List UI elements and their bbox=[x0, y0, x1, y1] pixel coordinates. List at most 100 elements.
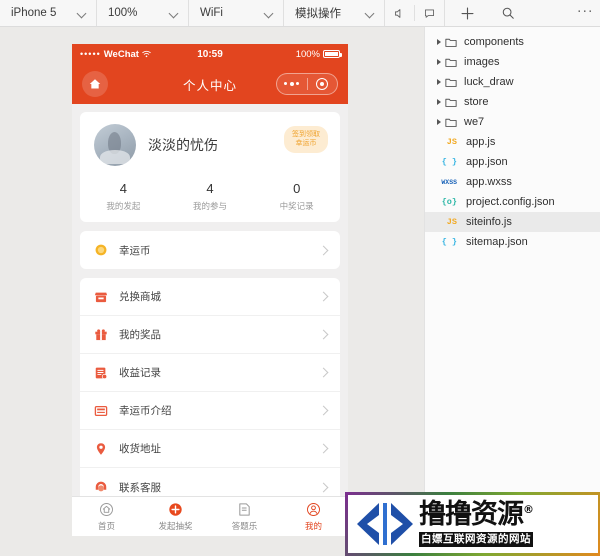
zoom-select[interactable]: 100% bbox=[97, 0, 189, 26]
tree-item-label: app.js bbox=[466, 136, 496, 148]
avatar[interactable] bbox=[94, 124, 136, 166]
simulator-toolbar: iPhone 5 100% WiFi 模拟操作 ··· bbox=[0, 0, 600, 27]
triangle-right-icon[interactable] bbox=[433, 119, 444, 125]
add-button[interactable] bbox=[445, 0, 489, 26]
config-icon: {o} bbox=[441, 197, 457, 207]
phone-content: 淡淡的忧伤 签到领取 幸运币 4 我的发起 4 我的参与 0 中奖记录 幸运币 … bbox=[72, 104, 348, 496]
plus-icon bbox=[461, 7, 473, 19]
search-button[interactable] bbox=[489, 0, 527, 26]
triangle-right-icon[interactable] bbox=[433, 79, 444, 85]
mute-button[interactable] bbox=[385, 0, 414, 26]
stat-label: 我的发起 bbox=[106, 201, 141, 212]
target-circle-icon bbox=[316, 78, 329, 90]
headset-service-icon bbox=[93, 480, 108, 495]
diamond-arrows-logo bbox=[353, 501, 415, 547]
menu-item-shipping-address[interactable]: 收货地址 bbox=[80, 430, 340, 469]
search-icon bbox=[502, 7, 514, 19]
tree-folder-store[interactable]: store bbox=[425, 92, 600, 112]
phone-tab-bar: 首页 发起抽奖 答题乐 我的 bbox=[72, 496, 348, 536]
menu-item-label: 收益记录 bbox=[119, 367, 161, 380]
registered-mark: ® bbox=[523, 503, 534, 516]
plus-circle-icon bbox=[141, 501, 210, 518]
menu-item-coin-intro[interactable]: 幸运币介绍 bbox=[80, 392, 340, 431]
chevron-down-icon bbox=[366, 9, 375, 18]
triangle-right-icon[interactable] bbox=[433, 59, 444, 65]
chevron-right-icon bbox=[320, 247, 327, 254]
triangle-right-icon[interactable] bbox=[433, 39, 444, 45]
tab-create-lottery[interactable]: 发起抽奖 bbox=[141, 501, 210, 532]
sign-in-badge-line1: 签到领取 bbox=[292, 131, 320, 138]
chevron-right-icon bbox=[320, 293, 327, 300]
wechat-capsule bbox=[276, 73, 338, 95]
watermark-tagline: 白嫖互联网资源的网站 bbox=[419, 532, 533, 547]
tab-home[interactable]: 首页 bbox=[72, 501, 141, 532]
capsule-close-button[interactable] bbox=[308, 78, 338, 90]
folder-icon bbox=[444, 77, 458, 88]
sign-in-badge[interactable]: 签到领取 幸运币 bbox=[284, 126, 328, 153]
tree-folder-we7[interactable]: we7 bbox=[425, 112, 600, 132]
tree-folder-luck-draw[interactable]: luck_draw bbox=[425, 72, 600, 92]
tree-item-label: components bbox=[464, 36, 524, 48]
watermark-text: 撸撸资源® 白嫖互联网资源的网站 bbox=[419, 501, 534, 547]
menu-group-main: 兑换商城 我的奖品 收益记录 幸运币介绍 收货地址 联系客服 bbox=[80, 278, 340, 496]
app-root: iPhone 5 100% WiFi 模拟操作 ··· ••••• WeChat… bbox=[0, 0, 600, 556]
menu-item-label: 我的奖品 bbox=[119, 329, 161, 342]
chevron-down-icon bbox=[170, 9, 179, 18]
tree-file-siteinfo-js[interactable]: JS siteinfo.js bbox=[425, 212, 600, 232]
record-list-icon bbox=[93, 365, 108, 380]
chevron-down-icon bbox=[265, 9, 274, 18]
folder-icon bbox=[444, 117, 458, 128]
network-select[interactable]: WiFi bbox=[189, 0, 284, 26]
tree-file-project-config-json[interactable]: {o} project.config.json bbox=[425, 192, 600, 212]
stat-value: 4 bbox=[119, 181, 127, 196]
more-options-button[interactable]: ··· bbox=[570, 0, 600, 26]
stat-value: 4 bbox=[206, 181, 214, 196]
phone-nav-bar: 个人中心 bbox=[72, 64, 348, 104]
chevron-right-icon bbox=[320, 369, 327, 376]
tree-folder-images[interactable]: images bbox=[425, 52, 600, 72]
simulate-action-select[interactable]: 模拟操作 bbox=[284, 0, 385, 26]
tree-folder-components[interactable]: components bbox=[425, 32, 600, 52]
device-select[interactable]: iPhone 5 bbox=[0, 0, 97, 26]
tab-profile[interactable]: 我的 bbox=[279, 501, 348, 532]
menu-item-label: 联系客服 bbox=[119, 481, 161, 494]
tree-file-sitemap-json[interactable]: { } sitemap.json bbox=[425, 232, 600, 252]
feedback-button[interactable] bbox=[415, 0, 444, 26]
stat-label: 我的参与 bbox=[193, 201, 228, 212]
folder-icon bbox=[444, 97, 458, 108]
sign-in-badge-line2: 幸运币 bbox=[295, 140, 317, 148]
menu-item-earnings-record[interactable]: 收益记录 bbox=[80, 354, 340, 393]
chat-bubble-icon bbox=[424, 8, 435, 18]
menu-item-exchange-mall[interactable]: 兑换商城 bbox=[80, 278, 340, 317]
triangle-right-icon[interactable] bbox=[433, 99, 444, 105]
user-stats: 4 我的发起 4 我的参与 0 中奖记录 bbox=[80, 180, 340, 212]
speaker-mute-icon bbox=[394, 8, 401, 18]
file-explorer: components images luck_draw store we7 JS… bbox=[424, 27, 600, 556]
simulator-pane: ••••• WeChat 10:59 100% 个人中心 淡淡的忧伤 签到领取 … bbox=[0, 27, 424, 556]
tab-quiz[interactable]: 答题乐 bbox=[210, 501, 279, 532]
tab-label: 我的 bbox=[304, 521, 322, 531]
tree-file-app-js[interactable]: JS app.js bbox=[425, 132, 600, 152]
tree-file-app-wxss[interactable]: WXSS app.wxss bbox=[425, 172, 600, 192]
stat-my-launches[interactable]: 4 我的发起 bbox=[80, 180, 167, 212]
document-icon bbox=[210, 501, 279, 518]
home-outline-icon bbox=[72, 501, 141, 518]
network-select-value: WiFi bbox=[200, 7, 223, 19]
stat-my-participation[interactable]: 4 我的参与 bbox=[167, 180, 254, 212]
js-icon: JS bbox=[446, 137, 457, 147]
wxss-icon: WXSS bbox=[441, 178, 457, 186]
zoom-select-value: 100% bbox=[108, 7, 138, 19]
tab-label: 答题乐 bbox=[231, 521, 258, 531]
menu-item-lucky-coin[interactable]: 幸运币 bbox=[80, 231, 340, 269]
menu-item-contact-service[interactable]: 联系客服 bbox=[80, 468, 340, 496]
tree-item-label: images bbox=[464, 56, 500, 68]
menu-item-label: 收货地址 bbox=[119, 443, 161, 456]
tree-file-app-json[interactable]: { } app.json bbox=[425, 152, 600, 172]
capsule-more-button[interactable] bbox=[277, 82, 307, 86]
folder-icon bbox=[444, 37, 458, 48]
stat-win-records[interactable]: 0 中奖记录 bbox=[253, 180, 340, 212]
tab-label: 首页 bbox=[97, 521, 115, 531]
menu-item-my-prizes[interactable]: 我的奖品 bbox=[80, 316, 340, 355]
json-icon: { } bbox=[441, 157, 457, 167]
chevron-right-icon bbox=[320, 484, 327, 491]
